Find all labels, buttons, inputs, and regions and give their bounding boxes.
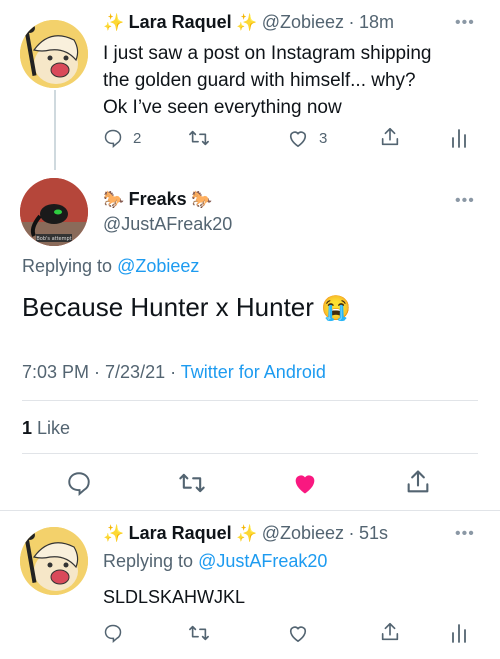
likes-count: 1 — [22, 418, 33, 438]
horse-emoji: 🐎 — [103, 190, 125, 209]
focused-tweet: Bob's attempt 🐎 Freaks 🐎 @JustAFreak20 •… — [0, 170, 500, 510]
replying-prefix: Replying to — [103, 551, 194, 571]
divider — [22, 400, 478, 401]
more-options-icon[interactable]: ••• — [455, 192, 475, 210]
timestamp[interactable]: 18m — [359, 12, 394, 32]
source-link[interactable]: Twitter for Android — [181, 362, 326, 382]
sparkle-emoji: ✨ — [103, 13, 125, 32]
crying-emoji: 😭 — [321, 295, 352, 322]
tweet-header: ✨ Lara Raquel ✨ @Zobieez · 51s — [103, 523, 388, 544]
tweet-header: 🐎 Freaks 🐎 — [103, 189, 212, 210]
handle[interactable]: @JustAFreak20 — [103, 214, 232, 235]
reply-tweet[interactable]: ✨ Lara Raquel ✨ @Zobieez · 51s ••• Reply… — [0, 511, 500, 659]
divider — [22, 453, 478, 454]
more-options-icon[interactable]: ••• — [455, 525, 475, 543]
tweet-text-line: I just saw a post on Instagram shipping — [103, 43, 432, 64]
tweet-text-line: the golden guard with himself... why? — [103, 70, 416, 91]
tweet-header: ✨ Lara Raquel ✨ @Zobieez · 18m — [103, 12, 394, 33]
analytics-icon — [452, 624, 466, 643]
horse-emoji: 🐎 — [191, 190, 213, 209]
tweet-text: Because Hunter x Hunter 😭 — [22, 292, 351, 323]
reply-count: 2 — [133, 129, 142, 147]
display-name[interactable]: Lara Raquel — [129, 12, 232, 32]
tweet-text: I just saw a post on Instagram shipping … — [103, 40, 431, 121]
sparkle-emoji: ✨ — [103, 524, 125, 543]
separator: · — [348, 523, 355, 543]
retweet-icon — [189, 130, 209, 146]
replying-prefix: Replying to — [22, 256, 113, 276]
tweet-meta: 7:03 PM · 7/23/21 · Twitter for Android — [22, 362, 326, 383]
reply-icon — [68, 472, 90, 496]
tweet-text: SLDLSKAHWJKL — [103, 587, 246, 607]
share-icon — [381, 127, 399, 146]
replying-to: Replying to @JustAFreak20 — [103, 551, 327, 572]
timestamp[interactable]: 51s — [359, 523, 388, 543]
share-icon — [407, 470, 429, 493]
analytics-button[interactable] — [450, 621, 468, 643]
reply-icon — [104, 129, 122, 148]
sparkle-emoji: ✨ — [236, 13, 258, 32]
share-button[interactable] — [379, 126, 401, 148]
like-button[interactable]: 3 — [287, 128, 327, 148]
tweet-text-body: Because Hunter x Hunter — [22, 292, 314, 322]
retweet-icon — [189, 625, 209, 641]
avatar-illustration — [20, 527, 88, 595]
separator: · — [348, 12, 355, 32]
retweet-button[interactable] — [188, 128, 210, 148]
handle[interactable]: @Zobieez — [262, 12, 344, 32]
display-name[interactable]: Lara Raquel — [129, 523, 232, 543]
share-button[interactable] — [404, 468, 432, 496]
heart-icon — [289, 131, 307, 148]
reply-icon — [104, 624, 122, 643]
reply-button[interactable] — [66, 470, 92, 496]
retweet-button[interactable] — [188, 623, 210, 643]
tweet-timestamp[interactable]: 7:03 PM · 7/23/21 · — [22, 362, 176, 382]
replying-to: Replying to @Zobieez — [22, 256, 199, 277]
avatar-illustration — [20, 20, 88, 88]
display-name[interactable]: Freaks — [129, 189, 187, 209]
more-options-icon[interactable]: ••• — [455, 14, 475, 32]
share-button[interactable] — [379, 621, 401, 643]
likes-label: Like — [37, 418, 71, 438]
tweet-1[interactable]: ✨ Lara Raquel ✨ @Zobieez · 18m ••• I jus… — [0, 0, 500, 170]
replying-to-link[interactable]: @Zobieez — [117, 256, 199, 276]
avatar[interactable] — [20, 20, 88, 88]
reply-button[interactable]: 2 — [103, 128, 141, 148]
reply-button[interactable] — [103, 623, 123, 643]
likes-summary[interactable]: 1 Like — [22, 418, 70, 439]
heart-icon — [289, 626, 307, 643]
sparkle-emoji: ✨ — [236, 524, 258, 543]
thread-line — [54, 90, 56, 170]
replying-to-link[interactable]: @JustAFreak20 — [198, 551, 327, 571]
avatar[interactable]: Bob's attempt — [20, 178, 88, 246]
like-count: 3 — [319, 129, 328, 147]
share-icon — [381, 622, 399, 641]
retweet-button[interactable] — [178, 470, 206, 496]
analytics-icon — [452, 129, 466, 148]
analytics-button[interactable] — [450, 126, 468, 148]
like-button[interactable] — [287, 623, 309, 643]
like-button[interactable] — [291, 470, 319, 496]
avatar[interactable] — [20, 527, 88, 595]
handle[interactable]: @Zobieez — [262, 523, 344, 543]
retweet-icon — [179, 473, 205, 493]
heart-filled-icon — [295, 475, 315, 494]
tweet-text-line: Ok I’ve seen everything now — [103, 97, 342, 118]
avatar-illustration: Bob's attempt — [20, 178, 88, 246]
avatar-caption: Bob's attempt — [36, 236, 71, 242]
